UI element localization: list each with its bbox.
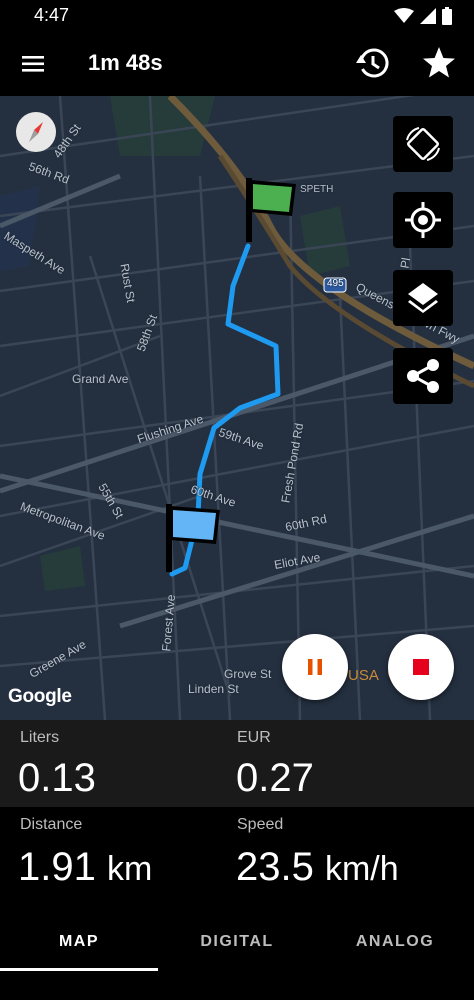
map-label: 495 — [327, 278, 344, 289]
map-label: Grand Ave — [72, 372, 129, 386]
rotate-screen-button[interactable] — [393, 116, 453, 172]
battery-icon — [442, 7, 452, 25]
distance-label: Distance — [20, 816, 83, 833]
currency-value: 0.27 — [236, 756, 314, 800]
compass-icon — [29, 122, 43, 142]
map-label: Pl — [397, 256, 414, 270]
tab-bar: MAP DIGITAL ANALOG — [0, 910, 474, 974]
google-attribution: Google — [8, 686, 72, 707]
my-location-icon — [405, 202, 441, 238]
stop-icon — [413, 659, 429, 675]
cellular-signal-icon — [420, 8, 436, 24]
map-view[interactable]: 48th St 56th Rd Maspeth Ave Rust St 58th… — [0, 96, 474, 720]
status-bar: 4:47 — [0, 0, 474, 32]
liters-value: 0.13 — [18, 756, 96, 800]
tab-digital[interactable]: DIGITAL — [158, 910, 316, 974]
speed-value: 23.5 km/h — [236, 845, 399, 890]
stop-button[interactable] — [388, 634, 454, 700]
wifi-icon — [394, 8, 414, 23]
map-label: SPETH — [300, 184, 334, 195]
start-flag-icon — [246, 178, 296, 242]
status-time: 4:47 — [34, 5, 70, 25]
menu-button[interactable] — [18, 48, 50, 80]
poi-label: USA — [348, 667, 379, 684]
favorite-button[interactable] — [420, 44, 458, 82]
app-bar: 1m 48s — [0, 32, 474, 96]
stats-row-fuel: Liters 0.13 EUR 0.27 — [0, 720, 474, 807]
tab-selection-indicator — [0, 968, 158, 971]
star-icon — [423, 47, 455, 78]
layers-button[interactable] — [393, 270, 453, 326]
speed-number: 23.5 — [236, 845, 314, 889]
distance-number: 1.91 — [18, 845, 96, 889]
layers-icon — [408, 283, 438, 313]
map-label: Grove St — [224, 667, 272, 681]
share-icon — [407, 359, 439, 393]
liters-label: Liters — [20, 729, 60, 746]
distance-unit: km — [106, 850, 153, 888]
map-label: Linden St — [188, 682, 239, 696]
share-button[interactable] — [393, 348, 453, 404]
tab-analog[interactable]: ANALOG — [316, 910, 474, 974]
stats-panel: Liters 0.13 EUR 0.27 Distance 1.91 km Sp… — [0, 720, 474, 910]
speed-unit: km/h — [324, 850, 399, 888]
compass-button[interactable] — [16, 112, 56, 152]
pause-button[interactable] — [282, 634, 348, 700]
speed-label: Speed — [237, 816, 284, 833]
system-nav-bar — [0, 974, 474, 1000]
map-roads — [0, 96, 474, 720]
my-location-button[interactable] — [393, 192, 453, 248]
currency-label: EUR — [237, 729, 271, 746]
screen-rotation-icon — [406, 127, 440, 161]
history-button[interactable] — [354, 44, 392, 82]
end-flag-icon — [166, 504, 220, 572]
stats-row-trip: Distance 1.91 km Speed 23.5 km/h — [0, 807, 474, 910]
pause-icon — [308, 659, 322, 675]
menu-icon — [22, 56, 44, 72]
distance-value: 1.91 km — [18, 845, 152, 890]
status-icons — [394, 7, 452, 25]
elapsed-time-title: 1m 48s — [88, 50, 163, 75]
tab-map[interactable]: MAP — [0, 910, 158, 974]
history-icon — [356, 48, 389, 78]
